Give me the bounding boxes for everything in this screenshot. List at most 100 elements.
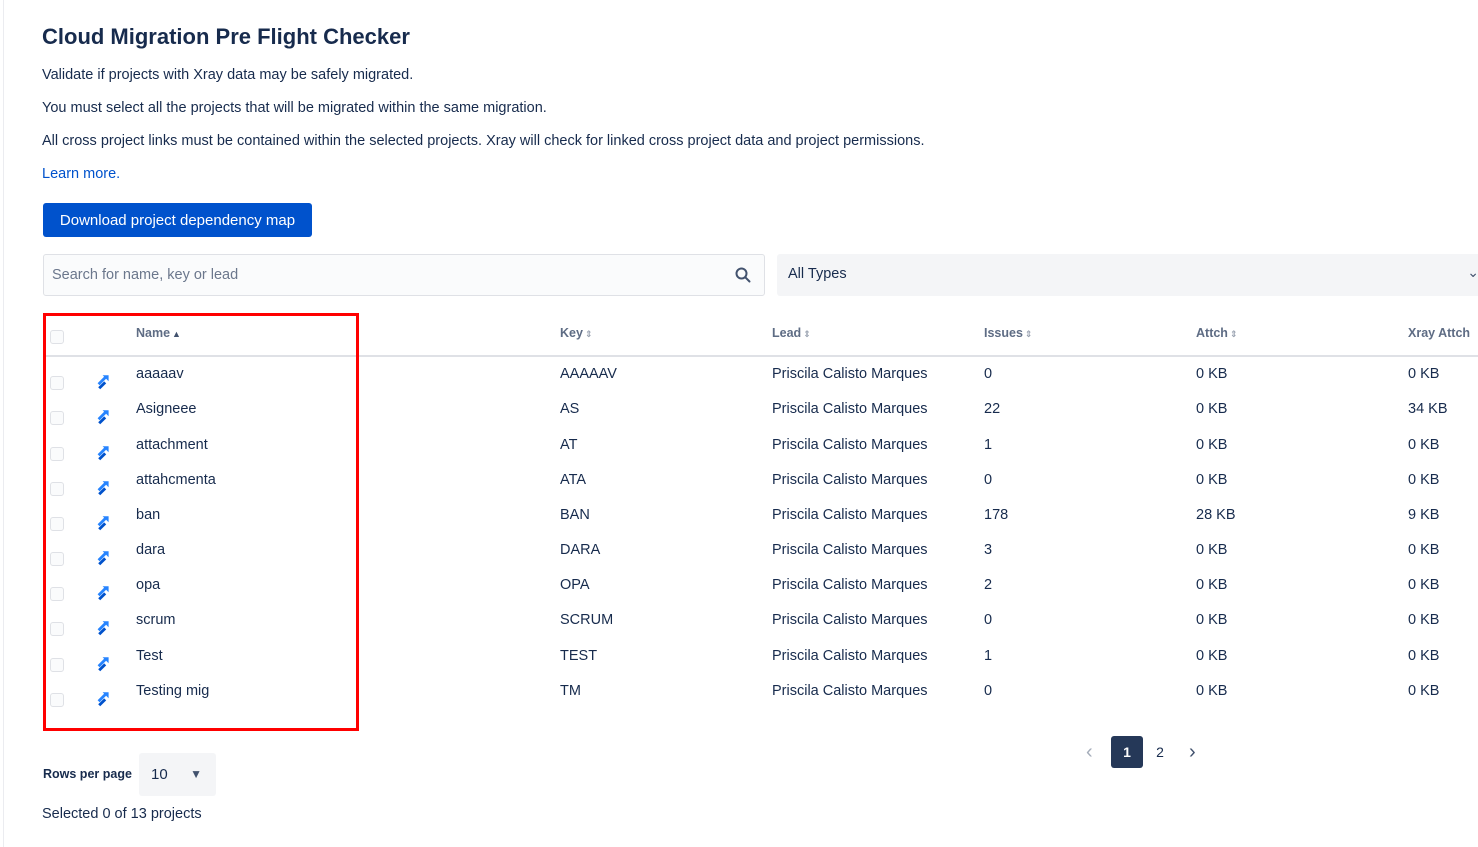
cell-issues: 1 [984, 437, 993, 453]
row-checkbox[interactable] [50, 411, 64, 425]
row-checkbox[interactable] [50, 622, 64, 636]
row-checkbox[interactable] [50, 447, 64, 461]
cell-issues: 2 [984, 577, 993, 593]
next-page-icon[interactable]: › [1189, 741, 1196, 764]
column-header-lead-label: Lead [772, 326, 802, 340]
cell-attch: 0 KB [1196, 437, 1228, 453]
project-type-icon [95, 445, 111, 461]
project-type-icon [95, 620, 111, 636]
type-filter-select[interactable]: All Types ⌄ [777, 254, 1478, 296]
download-dependency-map-button[interactable]: Download project dependency map [43, 203, 312, 237]
column-header-name[interactable]: Name ▲ [136, 326, 181, 340]
column-header-xray-attch[interactable]: Xray Attch [1408, 326, 1470, 340]
table-header-divider [43, 355, 1478, 357]
previous-page-icon[interactable]: ‹ [1086, 741, 1093, 764]
search-field [43, 254, 765, 296]
select-all-checkbox[interactable] [50, 330, 64, 344]
row-checkbox[interactable] [50, 587, 64, 601]
rows-per-page-value: 10 [151, 766, 168, 783]
sort-icon: ⇕ [1229, 329, 1238, 339]
cell-issues: 0 [984, 472, 993, 488]
cell-lead: Priscila Calisto Marques [772, 437, 928, 453]
chevron-down-icon: ▼ [190, 767, 202, 781]
project-type-icon [95, 550, 111, 566]
cell-name: Asigneee [136, 401, 197, 417]
cell-xray-attch: 0 KB [1408, 648, 1440, 664]
project-type-icon [95, 480, 111, 496]
cell-key: AS [560, 401, 580, 417]
sort-icon: ⇕ [1024, 329, 1033, 339]
cell-lead: Priscila Calisto Marques [772, 542, 928, 558]
search-icon[interactable] [734, 266, 752, 284]
cell-xray-attch: 9 KB [1408, 507, 1440, 523]
cell-xray-attch: 0 KB [1408, 683, 1440, 699]
description-line-1: Validate if projects with Xray data may … [42, 67, 414, 83]
column-header-xray-attch-label: Xray Attch [1408, 326, 1471, 340]
cell-issues: 0 [984, 612, 993, 628]
cell-key: ATA [560, 472, 587, 488]
column-header-issues-label: Issues [984, 326, 1023, 340]
column-header-key[interactable]: Key ⇕ [560, 326, 592, 340]
cell-issues: 0 [984, 366, 993, 382]
column-header-issues[interactable]: Issues ⇕ [984, 326, 1032, 340]
row-checkbox[interactable] [50, 517, 64, 531]
column-header-attch-label: Attch [1196, 326, 1228, 340]
description-line-2: You must select all the projects that wi… [42, 100, 547, 116]
cell-name: Test [136, 648, 163, 664]
cell-xray-attch: 0 KB [1408, 472, 1440, 488]
cell-key: BAN [560, 507, 590, 523]
sort-icon: ⇕ [584, 329, 593, 339]
project-type-icon [95, 691, 111, 707]
page-button-1[interactable]: 1 [1111, 736, 1143, 768]
type-filter-value: All Types [788, 266, 847, 282]
cell-lead: Priscila Calisto Marques [772, 577, 928, 593]
cell-name: aaaaav [136, 366, 184, 382]
cell-xray-attch: 34 KB [1408, 401, 1448, 417]
cell-xray-attch: 0 KB [1408, 612, 1440, 628]
project-type-icon [95, 515, 111, 531]
cell-attch: 28 KB [1196, 507, 1236, 523]
row-checkbox[interactable] [50, 658, 64, 672]
cell-attch: 0 KB [1196, 683, 1228, 699]
learn-more-link[interactable]: Learn more. [42, 166, 120, 182]
cell-xray-attch: 0 KB [1408, 437, 1440, 453]
row-checkbox[interactable] [50, 552, 64, 566]
cell-lead: Priscila Calisto Marques [772, 507, 928, 523]
row-checkbox[interactable] [50, 482, 64, 496]
project-type-icon [95, 374, 111, 390]
project-type-icon [95, 656, 111, 672]
rows-per-page-label: Rows per page [43, 767, 132, 781]
cell-attch: 0 KB [1196, 472, 1228, 488]
project-type-icon [95, 585, 111, 601]
sort-icon: ⇕ [803, 329, 811, 339]
cell-issues: 3 [984, 542, 993, 558]
cell-name: ban [136, 507, 161, 523]
rows-per-page-select[interactable]: 10 ▼ [139, 753, 216, 796]
cell-name: Testing mig [136, 683, 210, 699]
column-header-name-label: Name [136, 326, 171, 340]
cell-attch: 0 KB [1196, 648, 1228, 664]
cell-attch: 0 KB [1196, 401, 1228, 417]
cell-key: SCRUM [560, 612, 614, 628]
cell-lead: Priscila Calisto Marques [772, 612, 928, 628]
cell-key: AAAAAV [560, 366, 617, 382]
description-line-3: All cross project links must be containe… [42, 133, 925, 149]
row-checkbox[interactable] [50, 376, 64, 390]
selection-count: Selected 0 of 13 projects [42, 806, 202, 822]
cell-key: DARA [560, 542, 601, 558]
search-input[interactable] [44, 255, 724, 295]
cell-xray-attch: 0 KB [1408, 366, 1440, 382]
cell-lead: Priscila Calisto Marques [772, 648, 928, 664]
cell-lead: Priscila Calisto Marques [772, 683, 928, 699]
column-header-attch[interactable]: Attch ⇕ [1196, 326, 1238, 340]
highlight-annotation-box [43, 313, 359, 731]
column-header-lead[interactable]: Lead ⇕ [772, 326, 811, 340]
sort-ascending-icon: ▲ [172, 329, 181, 339]
page-button-2[interactable]: 2 [1144, 736, 1176, 768]
cell-key: AT [560, 437, 578, 453]
cell-name: opa [136, 577, 161, 593]
cell-xray-attch: 0 KB [1408, 542, 1440, 558]
row-checkbox[interactable] [50, 693, 64, 707]
cell-key: OPA [560, 577, 590, 593]
cell-issues: 0 [984, 683, 993, 699]
